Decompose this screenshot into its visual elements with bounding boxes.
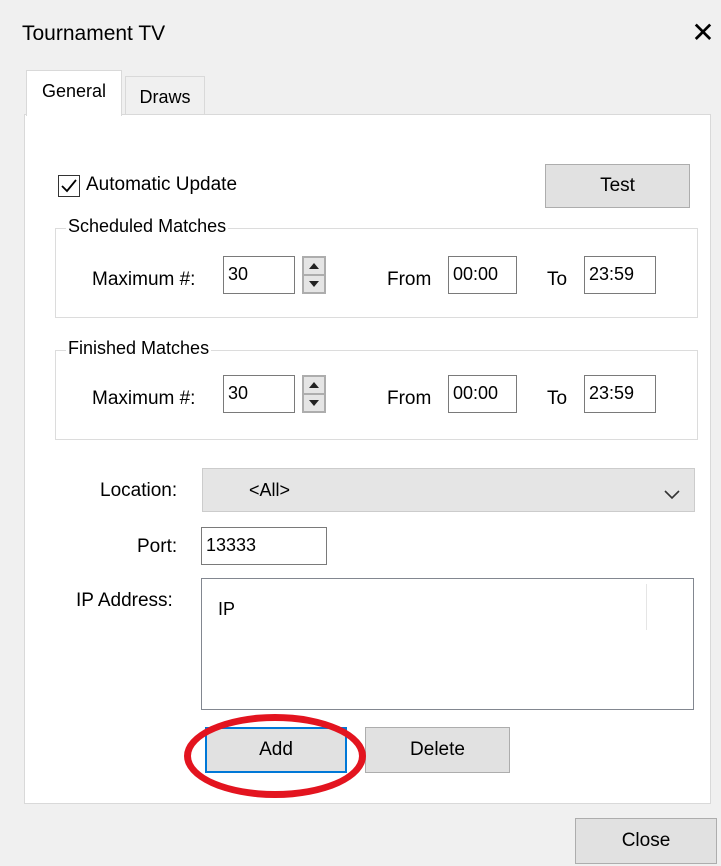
ip-address-list[interactable]: IP [201,578,694,710]
column-divider [646,584,647,630]
tab-general-label: General [41,81,107,101]
close-window-icon[interactable]: ✕ [688,18,718,48]
spin-down-icon[interactable] [303,394,325,412]
test-button[interactable]: Test [545,164,690,208]
checkmark-icon [61,179,77,193]
finished-max-input[interactable]: 30 [223,375,295,413]
tab-draws-label: Draws [139,87,191,107]
ip-column-header[interactable]: IP [218,599,235,620]
scheduled-matches-legend: Scheduled Matches [66,216,229,237]
port-input[interactable]: 13333 [201,527,327,565]
test-button-label: Test [600,175,635,196]
tab-general[interactable]: General [26,70,122,116]
scheduled-from-input[interactable]: 00:00 [448,256,517,294]
finished-from-input[interactable]: 00:00 [448,375,517,413]
finished-max-stepper[interactable] [302,375,326,413]
close-button-label: Close [621,830,671,851]
finished-to-label: To [547,388,568,409]
window-title: Tournament TV [22,22,166,45]
scheduled-from-label: From [387,269,432,290]
scheduled-max-input[interactable]: 30 [223,256,295,294]
finished-matches-legend: Finished Matches [66,338,212,359]
ip-address-label: IP Address: [76,590,173,611]
scheduled-max-label: Maximum #: [92,269,196,290]
location-select[interactable]: <All> [202,468,695,512]
chevron-down-icon [664,484,680,505]
finished-from-label: From [387,388,432,409]
delete-button[interactable]: Delete [365,727,510,773]
port-label: Port: [137,536,178,557]
spin-up-icon[interactable] [303,376,325,394]
scheduled-to-input[interactable]: 23:59 [584,256,656,294]
spin-down-icon[interactable] [303,275,325,293]
auto-update-checkbox[interactable] [58,175,80,197]
spin-up-icon[interactable] [303,257,325,275]
location-label: Location: [100,480,178,501]
location-selected-value: <All> [249,480,291,500]
finished-to-input[interactable]: 23:59 [584,375,656,413]
delete-button-label: Delete [410,739,465,760]
scheduled-to-label: To [547,269,568,290]
highlight-annotation [184,714,366,798]
auto-update-label[interactable]: Automatic Update [86,174,237,196]
close-button[interactable]: Close [575,818,717,864]
finished-max-label: Maximum #: [92,388,196,409]
scheduled-max-stepper[interactable] [302,256,326,294]
tab-draws[interactable]: Draws [125,76,205,114]
